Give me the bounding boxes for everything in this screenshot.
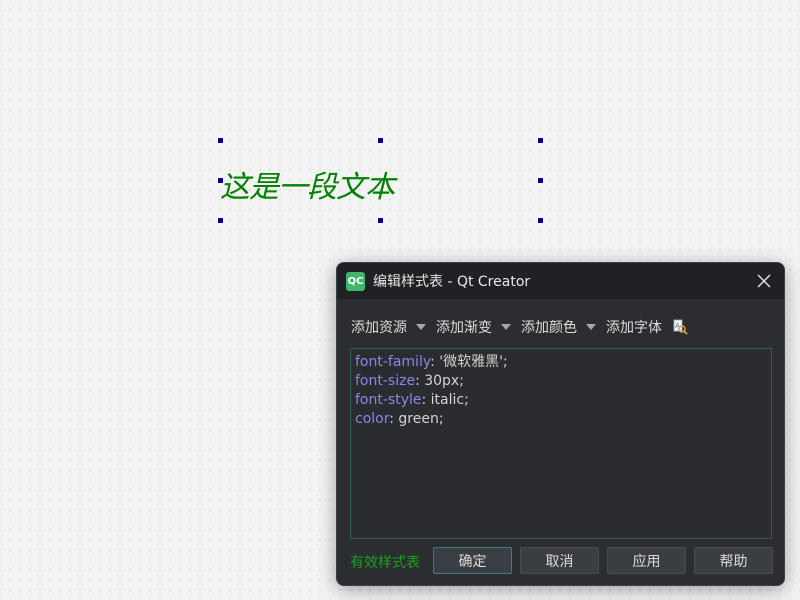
resize-handle-bottom-right[interactable] bbox=[538, 218, 543, 223]
resize-handle-right[interactable] bbox=[538, 178, 543, 183]
stylesheet-toolbar: 添加资源 添加渐变 添加颜色 添加字体 A bbox=[351, 315, 688, 339]
qt-creator-app-icon: QC bbox=[346, 272, 365, 291]
add-font-button[interactable]: 添加字体 bbox=[606, 317, 662, 337]
chevron-down-icon[interactable] bbox=[586, 324, 596, 330]
text-label-widget[interactable]: 这是一段文本 bbox=[218, 138, 543, 223]
resize-handle-top[interactable] bbox=[378, 138, 383, 143]
add-resource-label: 添加资源 bbox=[351, 320, 407, 336]
code-line: font-size: 30px; bbox=[355, 373, 464, 389]
resize-handle-top-left[interactable] bbox=[218, 138, 223, 143]
apply-button[interactable]: 应用 bbox=[607, 547, 686, 574]
code-line: font-style: italic; bbox=[355, 392, 469, 408]
add-color-label: 添加颜色 bbox=[521, 320, 577, 336]
resize-handle-left[interactable] bbox=[218, 178, 223, 183]
add-color-button[interactable]: 添加颜色 bbox=[521, 317, 596, 337]
add-resource-button[interactable]: 添加资源 bbox=[351, 317, 426, 337]
resize-handle-bottom[interactable] bbox=[378, 218, 383, 223]
label-text: 这是一段文本 bbox=[220, 170, 395, 205]
valid-stylesheet-status: 有效样式表 bbox=[350, 555, 420, 571]
stylesheet-editor[interactable]: font-family: '微软雅黑'; font-size: 30px; fo… bbox=[350, 348, 772, 539]
close-button[interactable] bbox=[754, 271, 774, 291]
resize-handle-top-right[interactable] bbox=[538, 138, 543, 143]
code-line: font-family: '微软雅黑'; bbox=[355, 354, 508, 370]
chevron-down-icon[interactable] bbox=[501, 324, 511, 330]
add-gradient-label: 添加渐变 bbox=[436, 320, 492, 336]
resize-handle-bottom-left[interactable] bbox=[218, 218, 223, 223]
cancel-button[interactable]: 取消 bbox=[520, 547, 599, 574]
edit-stylesheet-dialog: QC 编辑样式表 - Qt Creator 添加资源 添加渐变 添加颜色 添加字… bbox=[336, 262, 785, 586]
ok-button[interactable]: 确定 bbox=[433, 547, 512, 574]
dialog-titlebar[interactable]: QC 编辑样式表 - Qt Creator bbox=[337, 263, 784, 299]
code-line: color: green; bbox=[355, 411, 444, 427]
close-icon bbox=[757, 274, 771, 288]
help-button[interactable]: 帮助 bbox=[694, 547, 773, 574]
add-font-label: 添加字体 bbox=[606, 320, 662, 336]
dialog-title: 编辑样式表 - Qt Creator bbox=[373, 274, 531, 290]
chevron-down-icon[interactable] bbox=[416, 324, 426, 330]
add-gradient-button[interactable]: 添加渐变 bbox=[436, 317, 511, 337]
font-picker-icon[interactable]: A bbox=[672, 319, 688, 335]
